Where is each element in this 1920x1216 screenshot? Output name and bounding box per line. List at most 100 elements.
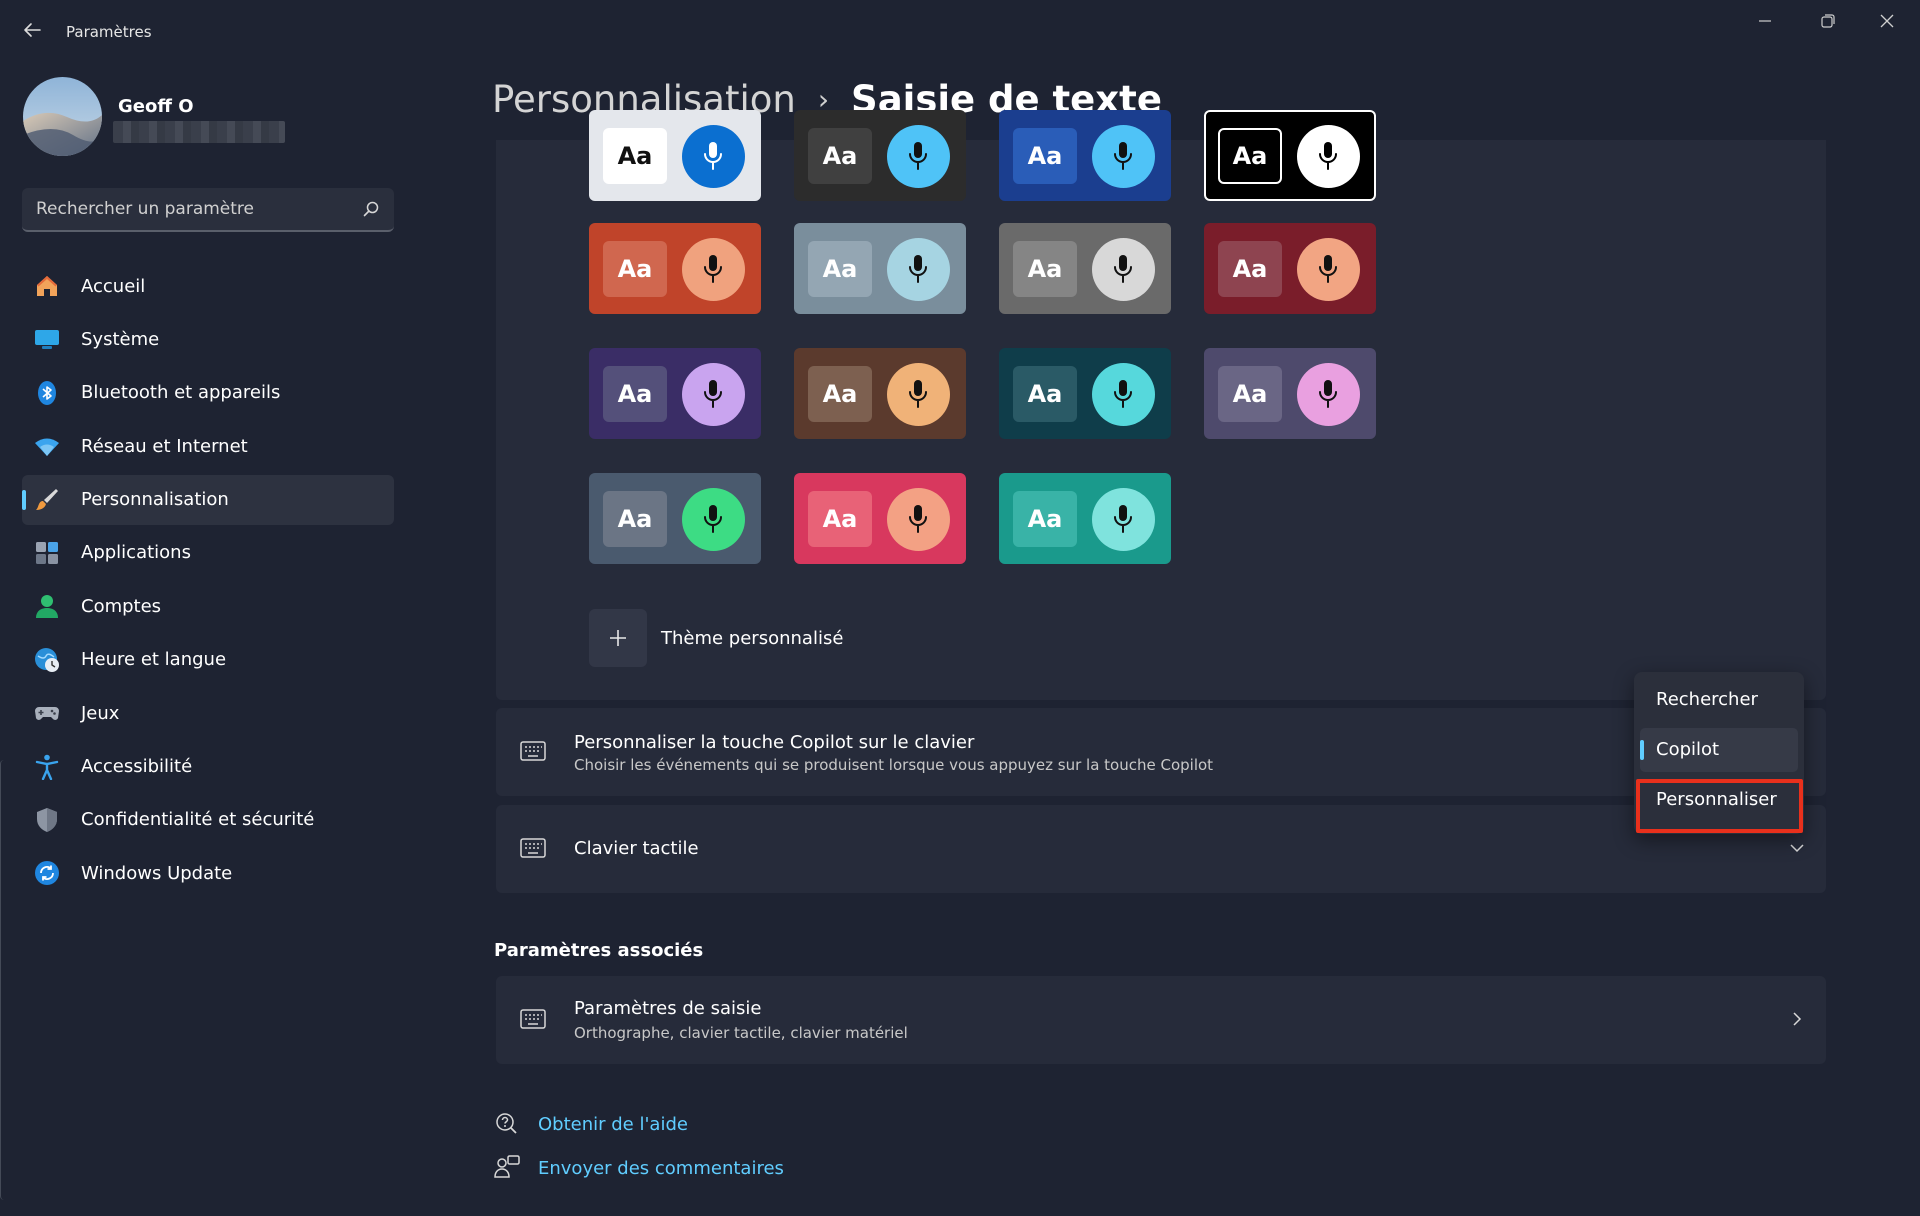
microphone-icon xyxy=(1319,380,1337,408)
sidebar-item-jeux[interactable]: Jeux xyxy=(22,688,394,738)
help-chat-icon xyxy=(496,1113,517,1134)
user-email-redacted xyxy=(113,121,285,143)
touch-keyboard-title: Clavier tactile xyxy=(574,838,699,859)
copilot-row-title: Personnaliser la touche Copilot sur le c… xyxy=(574,732,975,753)
touch-keyboard-row[interactable]: Clavier tactile xyxy=(496,805,1826,893)
sidebar-item-accessibilite[interactable]: Accessibilité xyxy=(22,742,394,792)
minimize-icon xyxy=(1759,20,1771,22)
theme-card[interactable]: Aa xyxy=(999,473,1171,564)
sidebar-item-applications[interactable]: Applications xyxy=(22,528,394,578)
theme-preview-text: Aa xyxy=(808,491,872,547)
theme-card[interactable]: Aa xyxy=(999,223,1171,314)
sidebar-edge xyxy=(0,760,10,1200)
typing-settings-row[interactable]: Paramètres de saisie Orthographe, clavie… xyxy=(496,976,1826,1064)
dropdown-item-label: Copilot xyxy=(1656,739,1720,760)
sidebar-item-label: Jeux xyxy=(81,702,120,724)
theme-card[interactable]: Aa xyxy=(589,473,761,564)
chevron-down-icon[interactable] xyxy=(1788,839,1806,857)
dropdown-item-rechercher[interactable]: Rechercher xyxy=(1640,678,1798,722)
microphone-icon xyxy=(704,142,722,170)
sidebar-item-confidentialite[interactable]: Confidentialité et sécurité xyxy=(22,795,394,845)
sidebar-item-reseau[interactable]: Réseau et Internet xyxy=(22,421,394,471)
theme-card[interactable]: Aa xyxy=(794,110,966,201)
theme-preview-mic xyxy=(1297,363,1360,426)
search-box[interactable] xyxy=(22,188,394,232)
microphone-icon xyxy=(909,255,927,283)
microphone-icon xyxy=(1319,255,1337,283)
account-icon xyxy=(36,595,58,619)
feedback-link[interactable]: Envoyer des commentaires xyxy=(538,1158,784,1179)
theme-preview-text: Aa xyxy=(808,128,872,184)
back-button[interactable] xyxy=(18,16,46,44)
microphone-icon xyxy=(909,142,927,170)
copilot-key-row[interactable]: Personnaliser la touche Copilot sur le c… xyxy=(496,708,1826,796)
arrow-left-icon xyxy=(24,23,41,37)
theme-preview-mic xyxy=(1297,125,1360,188)
theme-preview-text: Aa xyxy=(1218,241,1282,297)
microphone-icon xyxy=(1114,142,1132,170)
sidebar-item-personnalisation[interactable]: Personnalisation xyxy=(22,474,394,525)
dropdown-item-label: Rechercher xyxy=(1656,689,1758,710)
globe-clock-icon xyxy=(35,647,59,672)
sidebar-item-heure-langue[interactable]: Heure et langue xyxy=(22,635,394,685)
theme-preview-mic xyxy=(682,488,745,551)
microphone-icon xyxy=(909,380,927,408)
theme-card[interactable]: Aa xyxy=(794,348,966,439)
theme-card[interactable]: Aa xyxy=(999,110,1171,201)
theme-preview-mic xyxy=(887,363,950,426)
theme-card[interactable]: Aa xyxy=(1204,110,1376,201)
theme-card[interactable]: Aa xyxy=(794,473,966,564)
custom-theme-button[interactable]: Thème personnalisé xyxy=(589,608,843,668)
theme-preview-mic xyxy=(887,238,950,301)
theme-card[interactable]: Aa xyxy=(589,223,761,314)
plus-icon xyxy=(610,630,626,646)
copilot-row-subtitle: Choisir les événements qui se produisent… xyxy=(574,756,1214,774)
theme-preview-text: Aa xyxy=(603,241,667,297)
avatar-image xyxy=(23,77,102,156)
sidebar-item-label: Windows Update xyxy=(81,862,233,884)
theme-card[interactable]: Aa xyxy=(999,348,1171,439)
sidebar-item-label: Heure et langue xyxy=(81,649,227,671)
theme-panel: Aa Aa Aa Aa Aa Aa Aa Aa Aa Aa Aa Aa Aa Aa Aa Thème per… xyxy=(496,110,1826,700)
search-input[interactable] xyxy=(36,188,356,230)
theme-card[interactable]: Aa xyxy=(1204,223,1376,314)
theme-preview-text: Aa xyxy=(1013,128,1077,184)
feedback-link-row[interactable]: Envoyer des commentaires xyxy=(494,1152,784,1184)
close-icon xyxy=(1880,14,1894,28)
microphone-icon xyxy=(909,505,927,533)
theme-card[interactable]: Aa xyxy=(589,348,761,439)
theme-card[interactable]: Aa xyxy=(1204,348,1376,439)
sidebar-item-accueil[interactable]: Accueil xyxy=(22,261,394,311)
sidebar-item-systeme[interactable]: Système xyxy=(22,314,394,364)
sidebar-item-label: Bluetooth et appareils xyxy=(81,382,281,404)
minimize-button[interactable] xyxy=(1740,6,1790,40)
theme-preview-text: Aa xyxy=(603,491,667,547)
theme-preview-text: Aa xyxy=(603,366,667,422)
restore-button[interactable] xyxy=(1802,6,1852,40)
sidebar-item-bluetooth[interactable]: Bluetooth et appareils xyxy=(22,368,394,418)
typing-settings-title: Paramètres de saisie xyxy=(574,998,762,1019)
theme-card[interactable]: Aa xyxy=(794,223,966,314)
microphone-icon xyxy=(704,255,722,283)
sidebar-item-label: Réseau et Internet xyxy=(81,435,248,457)
sidebar-item-label: Accueil xyxy=(81,275,146,297)
sidebar-item-windows-update[interactable]: Windows Update xyxy=(22,848,394,898)
help-link[interactable]: Obtenir de l'aide xyxy=(538,1114,688,1135)
theme-card[interactable]: Aa xyxy=(589,110,761,201)
shield-icon xyxy=(37,807,57,832)
dropdown-item-copilot[interactable]: Copilot xyxy=(1640,728,1798,772)
apps-icon xyxy=(36,541,58,564)
add-theme-button[interactable] xyxy=(589,609,647,667)
avatar[interactable] xyxy=(23,77,102,156)
keyboard-icon xyxy=(520,838,546,858)
sidebar-item-comptes[interactable]: Comptes xyxy=(22,581,394,631)
user-name: Geoff O xyxy=(118,96,194,117)
sidebar-item-label: Confidentialité et sécurité xyxy=(81,809,315,831)
close-button[interactable] xyxy=(1862,6,1912,40)
help-link-row[interactable]: Obtenir de l'aide xyxy=(494,1108,688,1140)
search-icon[interactable] xyxy=(362,200,380,218)
chevron-right-icon[interactable] xyxy=(1788,1010,1806,1028)
theme-preview-mic xyxy=(682,238,745,301)
microphone-icon xyxy=(1319,142,1337,170)
theme-preview-mic xyxy=(887,488,950,551)
